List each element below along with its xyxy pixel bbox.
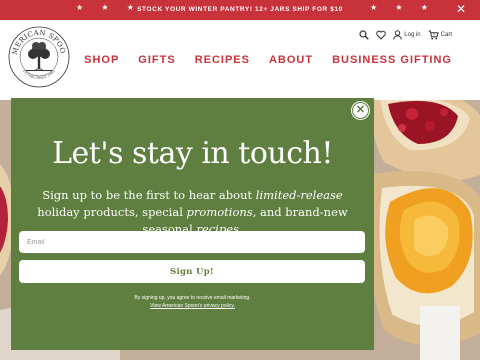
modal-close-icon[interactable]: ✕ bbox=[352, 102, 369, 119]
modal-subtext-1: Sign up to be the first to hear about bbox=[42, 188, 256, 202]
signup-button[interactable]: Sign Up! bbox=[19, 260, 365, 283]
cart-icon: 0 bbox=[428, 30, 439, 40]
modal-fine-print: By signing up, you agree to receive emai… bbox=[11, 294, 374, 310]
newsletter-modal: ✕ Let's stay in touch! Sign up to be the… bbox=[11, 98, 374, 350]
nav-about[interactable]: ABOUT bbox=[269, 54, 313, 66]
nav-recipes[interactable]: RECIPES bbox=[195, 54, 250, 66]
cart-label: Cart bbox=[440, 32, 452, 38]
nav-business-gifting[interactable]: BUSINESS GIFTING bbox=[332, 54, 452, 66]
heart-icon bbox=[376, 30, 387, 40]
american-spoon-logo[interactable]: AMERICAN SPOON ESTABLISHED 1982 bbox=[8, 26, 70, 88]
nav-shop[interactable]: SHOP bbox=[84, 54, 119, 66]
modal-subtext-emphasis-2: promotions bbox=[186, 205, 253, 219]
site-header: AMERICAN SPOON ESTABLISHED 1982 bbox=[0, 20, 480, 100]
modal-heading: Let's stay in touch! bbox=[52, 136, 333, 171]
user-icon bbox=[393, 30, 402, 40]
promo-stars-right: ★ ★ ★ bbox=[370, 3, 436, 12]
search-button[interactable] bbox=[359, 30, 370, 40]
nav-gifts[interactable]: GIFTS bbox=[138, 54, 175, 66]
wishlist-button[interactable] bbox=[376, 30, 387, 40]
cart-count: 0 bbox=[433, 33, 435, 37]
promo-bar: ★ ★ ★ STOCK YOUR WINTER PANTRY! 12+ JARS… bbox=[0, 0, 480, 20]
modal-subtext-2: holiday products, special bbox=[37, 205, 187, 219]
utility-nav: Log in 0 Cart bbox=[352, 28, 452, 42]
search-icon bbox=[359, 30, 370, 40]
modal-subtext-emphasis-1: limited-release bbox=[255, 188, 343, 202]
main-nav: SHOP GIFTS RECIPES ABOUT BUSINESS GIFTIN… bbox=[65, 54, 452, 66]
email-input[interactable] bbox=[19, 231, 365, 253]
fine-print-text: By signing up, you agree to receive emai… bbox=[134, 295, 251, 301]
login-label: Log in bbox=[404, 32, 421, 38]
cart-button[interactable]: 0 Cart bbox=[428, 30, 452, 40]
login-button[interactable]: Log in bbox=[393, 30, 421, 40]
promo-close-icon[interactable]: ✕ bbox=[456, 3, 466, 15]
privacy-policy-link[interactable]: View American Spoon's privacy policy. bbox=[150, 303, 235, 309]
